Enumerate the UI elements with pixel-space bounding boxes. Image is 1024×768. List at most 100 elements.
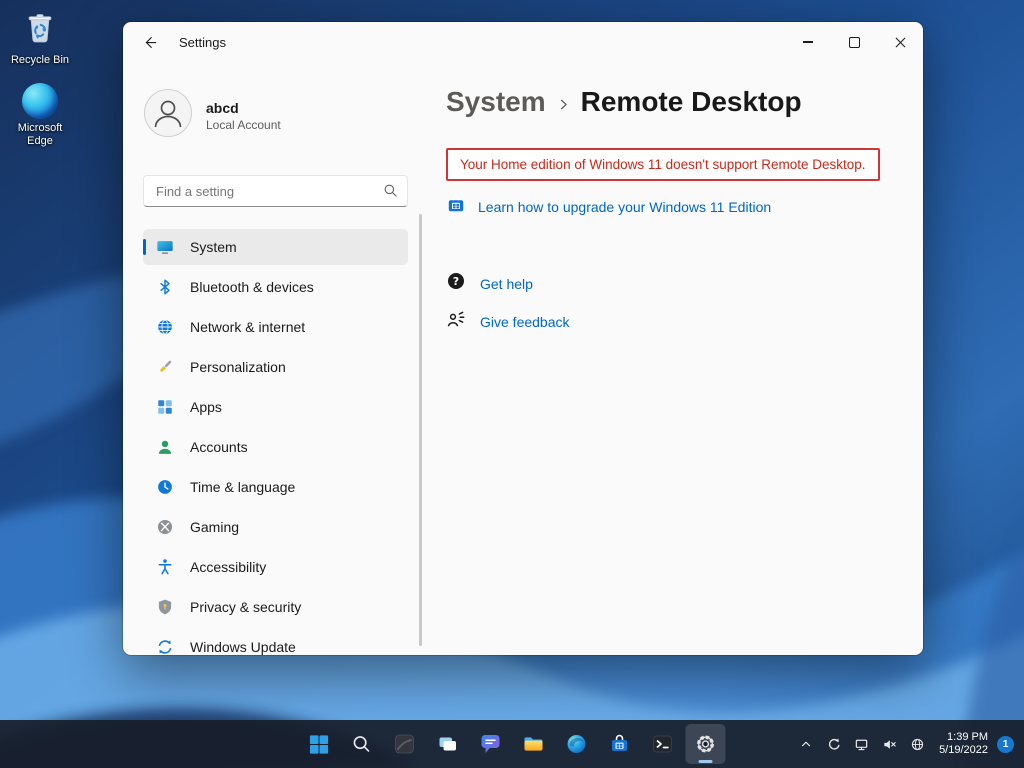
unsupported-edition-warning: Your Home edition of Windows 11 doesn't … [446,148,880,181]
sidebar-item-bluetooth-devices[interactable]: Bluetooth & devices [143,269,408,305]
microsoft-store-icon [446,194,466,219]
windows-start-icon [309,734,328,754]
taskbar-search-button[interactable] [342,724,382,764]
avatar [143,88,193,143]
get-help-link[interactable]: Get help [480,276,533,292]
system-tray: 1:39 PM 5/19/2022 1 [792,720,1020,768]
settings-button[interactable] [685,724,726,764]
tray-volume-muted-button[interactable] [876,724,903,764]
maximize-icon [848,36,860,48]
network-globe-icon [911,738,924,750]
sidebar-item-label: System [190,239,237,255]
upgrade-link-row[interactable]: Learn how to upgrade your Windows 11 Edi… [446,194,893,219]
give-feedback-link[interactable]: Give feedback [480,314,570,330]
taskbar-center-icons [299,724,726,764]
bluetooth-icon [156,278,174,296]
edge-button[interactable] [557,724,597,764]
sync-icon [829,738,840,750]
sidebar-item-network-internet[interactable]: Network & internet [143,309,408,345]
search-icon [353,736,370,752]
taskbar-pinned-app-button[interactable] [385,724,425,764]
breadcrumb: System Remote Desktop [446,84,893,120]
sidebar-item-privacy-security[interactable]: Privacy & security [143,589,408,625]
tray-sync-button[interactable] [820,724,847,764]
close-icon [895,37,905,47]
sidebar-item-label: Apps [190,399,222,415]
window-title: Settings [179,34,226,50]
breadcrumb-parent[interactable]: System [446,84,546,120]
task-view-button[interactable] [428,724,468,764]
sidebar-item-accounts[interactable]: Accounts [143,429,408,465]
file-explorer-button[interactable] [514,724,554,764]
help-section: ? Get help Give feedback [446,271,893,334]
volume-muted-icon [884,739,896,749]
taskbar-clock[interactable]: 1:39 PM 5/19/2022 [939,731,988,758]
edge-icon [22,83,58,119]
close-button[interactable] [877,22,923,62]
taskbar: 1:39 PM 5/19/2022 1 [0,720,1024,768]
back-arrow-icon [145,36,156,48]
account-card[interactable]: abcd Local Account [143,88,408,143]
sidebar-item-gaming[interactable]: Gaming [143,509,408,545]
settings-sidebar: abcd Local Account Find a setting System… [123,62,420,655]
back-button[interactable] [131,25,169,59]
upgrade-edition-link[interactable]: Learn how to upgrade your Windows 11 Edi… [478,199,771,215]
privacy-security-icon [156,598,174,616]
tray-chevron-up-button[interactable] [792,724,819,764]
sidebar-scrollbar[interactable] [419,214,422,646]
file-explorer-icon [524,737,543,751]
terminal-button[interactable] [643,724,683,764]
tray-network-button[interactable] [904,724,931,764]
tray-display-button[interactable] [848,724,875,764]
terminal-icon [653,735,672,753]
settings-gear-icon [696,735,715,753]
give-feedback-row[interactable]: Give feedback [446,309,893,334]
desktop-icon-microsoft-edge[interactable]: Microsoft Edge [4,83,76,148]
settings-window: Settings abcd Local Account Find a setti… [123,22,923,655]
sidebar-item-apps[interactable]: Apps [143,389,408,425]
desktop-icon-list: Recycle Bin Microsoft Edge [4,10,76,148]
edge-icon [567,735,586,753]
accessibility-icon [156,558,174,576]
chat-icon [481,735,500,753]
sidebar-item-label: Time & language [190,479,296,495]
sidebar-item-system[interactable]: System [143,229,408,265]
account-name: abcd [206,99,239,116]
time-language-icon [156,478,174,496]
chevron-up-icon [801,741,810,747]
desktop: Recycle Bin Microsoft Edge Settings abcd… [0,0,1024,768]
sidebar-item-label: Windows Update [190,639,296,655]
sidebar-item-label: Accounts [190,439,248,455]
desktop-icon-label: Microsoft Edge [17,122,63,147]
sidebar-item-accessibility[interactable]: Accessibility [143,549,408,585]
page-title: Remote Desktop [580,86,802,117]
minimize-icon [803,41,813,43]
search-input[interactable] [143,175,408,207]
get-help-row[interactable]: ? Get help [446,271,893,296]
display-icon [855,739,868,750]
sidebar-item-label: Gaming [190,519,240,535]
desktop-icon-recycle-bin[interactable]: Recycle Bin [4,10,76,67]
notification-badge[interactable]: 1 [997,735,1014,753]
system-icon [156,238,174,256]
sidebar-item-label: Bluetooth & devices [190,279,314,295]
account-type: Local Account [206,117,281,132]
sidebar-item-time-language[interactable]: Time & language [143,469,408,505]
chat-button[interactable] [471,724,511,764]
minimize-button[interactable] [785,22,831,62]
dark-app-icon [395,734,414,754]
store-button[interactable] [600,724,640,764]
svg-text:?: ? [453,275,459,288]
sidebar-item-windows-update[interactable]: Windows Update [143,629,408,655]
recycle-bin-icon [22,10,58,51]
sidebar-item-label: Personalization [190,359,286,375]
accounts-icon [156,438,174,456]
clock-time: 1:39 PM [947,730,988,743]
start-button[interactable] [299,724,339,764]
sidebar-item-personalization[interactable]: Personalization [143,349,408,385]
task-view-icon [439,737,456,751]
sidebar-item-label: Privacy & security [190,599,302,615]
maximize-button[interactable] [831,22,877,62]
sidebar-item-label: Network & internet [190,319,306,335]
feedback-icon [446,309,466,334]
